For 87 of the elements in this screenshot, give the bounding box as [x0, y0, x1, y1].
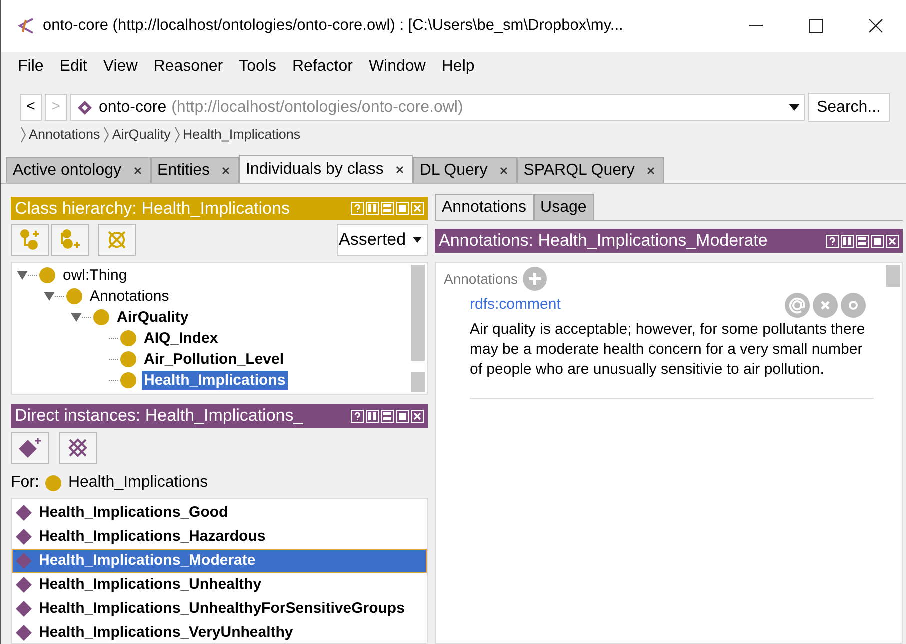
- instance-item[interactable]: Health_Implications_Good: [12, 501, 427, 525]
- mode-dropdown[interactable]: Asserted: [337, 224, 428, 256]
- expanded-triangle-icon[interactable]: [44, 292, 55, 301]
- help-icon[interactable]: [826, 234, 839, 248]
- caret-icon: [413, 237, 422, 243]
- maximize-icon[interactable]: [871, 234, 884, 248]
- ontology-icon: [77, 100, 93, 116]
- menu-item[interactable]: Help: [434, 55, 483, 79]
- split-vertical-icon[interactable]: [841, 234, 854, 248]
- section-label: Annotations: [444, 270, 518, 288]
- delete-icon: [67, 437, 89, 459]
- menu-item[interactable]: Tools: [231, 55, 284, 79]
- annotation-text: Air quality is acceptable; however, for some pollutants there may be a moderate health concern for a very small number of people who are unusually sensitivie to air pollution.: [470, 320, 866, 380]
- menu-item[interactable]: Edit: [52, 55, 96, 79]
- breadcrumb-item[interactable]: Annotations: [29, 124, 100, 146]
- menu-item[interactable]: Reasoner: [146, 55, 232, 79]
- class-icon: [93, 309, 110, 326]
- app-logo-icon: [17, 17, 35, 35]
- class-icon: [45, 474, 62, 492]
- menu-item[interactable]: File: [10, 55, 52, 79]
- individual-icon: [15, 576, 33, 594]
- tree-item[interactable]: Health_Implications: [142, 371, 288, 390]
- tab[interactable]: Entities: [150, 157, 239, 183]
- individual-icon: [15, 624, 33, 642]
- breadcrumb-item[interactable]: AirQuality: [112, 124, 171, 146]
- help-icon[interactable]: [351, 410, 364, 422]
- breadcrumb-item[interactable]: Health_Implications: [182, 124, 301, 146]
- expanded-triangle-icon[interactable]: [17, 271, 28, 280]
- individual-icon: [15, 552, 33, 570]
- chevron-icon: [174, 127, 180, 143]
- expanded-triangle-icon[interactable]: [71, 313, 82, 322]
- close-icon[interactable]: [222, 166, 230, 174]
- close-icon[interactable]: [646, 166, 655, 174]
- split-vertical-icon[interactable]: [366, 410, 379, 422]
- chevron-icon: [104, 127, 110, 143]
- class-icon: [66, 288, 83, 305]
- tab[interactable]: Usage: [534, 194, 594, 220]
- dropdown-caret-icon[interactable]: [788, 104, 800, 111]
- menu-item[interactable]: View: [95, 55, 146, 79]
- instance-item[interactable]: Health_Implications_Hazardous: [12, 525, 427, 549]
- annotation-property[interactable]: rdfs:comment: [470, 294, 561, 317]
- scrollbar[interactable]: [411, 263, 427, 394]
- class-icon: [39, 267, 56, 284]
- for-label: For:: [11, 473, 40, 493]
- tree-item[interactable]: AIQ_Index: [142, 329, 220, 348]
- tree-item[interactable]: Air_Pollution_Level: [142, 350, 286, 369]
- instance-item[interactable]: Health_Implications_VeryUnhealthy: [12, 621, 427, 643]
- panel-header: Annotations: Health_Implications_Moderate: [435, 229, 903, 253]
- tab[interactable]: Annotations: [435, 194, 534, 220]
- close-icon[interactable]: [500, 166, 508, 174]
- tree-item[interactable]: Annotations: [88, 287, 172, 306]
- add-individual-button[interactable]: [11, 432, 49, 464]
- back-button[interactable]: <: [20, 94, 42, 121]
- tab[interactable]: DL Query: [412, 157, 517, 183]
- panel-header: Direct instances: Health_Implications_: [11, 404, 428, 428]
- class-icon: [120, 372, 137, 389]
- search-button[interactable]: Search...: [808, 93, 890, 122]
- split-horizontal-icon[interactable]: [856, 234, 869, 248]
- instance-item[interactable]: Health_Implications_Unhealthy: [12, 573, 427, 597]
- class-name: Health_Implications: [68, 473, 208, 493]
- maximize-icon[interactable]: [396, 410, 409, 422]
- instance-item[interactable]: Health_Implications_Moderate: [12, 549, 427, 573]
- chevron-icon: [21, 127, 26, 143]
- menu-item[interactable]: Refactor: [284, 55, 361, 79]
- add-individual-icon: [18, 437, 42, 459]
- window-title: onto-core (http://localhost/ontologies/onto-core.owl) : [C:\Users\be_sm\Dropbox\my...: [43, 16, 624, 36]
- delete-button[interactable]: [59, 432, 97, 464]
- delete-icon: [106, 229, 128, 251]
- add-subclass-icon: [19, 229, 41, 251]
- instance-item[interactable]: Health_Implications_UnhealthyForSensitiveGroups: [12, 597, 427, 621]
- menu-item[interactable]: Window: [360, 55, 434, 79]
- close-icon[interactable]: [396, 166, 404, 174]
- add-sibling-icon: [59, 229, 81, 251]
- class-icon: [120, 351, 137, 368]
- panel-header: Class hierarchy: Health_Implications: [11, 197, 428, 220]
- tab[interactable]: Active ontology: [6, 157, 151, 183]
- address-field[interactable]: onto-core (http://localhost/ontologies/onto-core.owl): [70, 94, 805, 121]
- individual-icon: [15, 504, 33, 522]
- class-icon: [120, 330, 137, 347]
- tab[interactable]: SPARQL Query: [516, 157, 664, 183]
- split-horizontal-icon[interactable]: [381, 410, 394, 422]
- close-icon[interactable]: [134, 166, 142, 174]
- individual-icon: [15, 528, 33, 546]
- tab[interactable]: Individuals by class: [238, 155, 413, 183]
- tree-item[interactable]: AirQuality: [115, 308, 191, 327]
- individual-icon: [15, 600, 33, 618]
- tree-item[interactable]: owl:Thing: [61, 266, 130, 285]
